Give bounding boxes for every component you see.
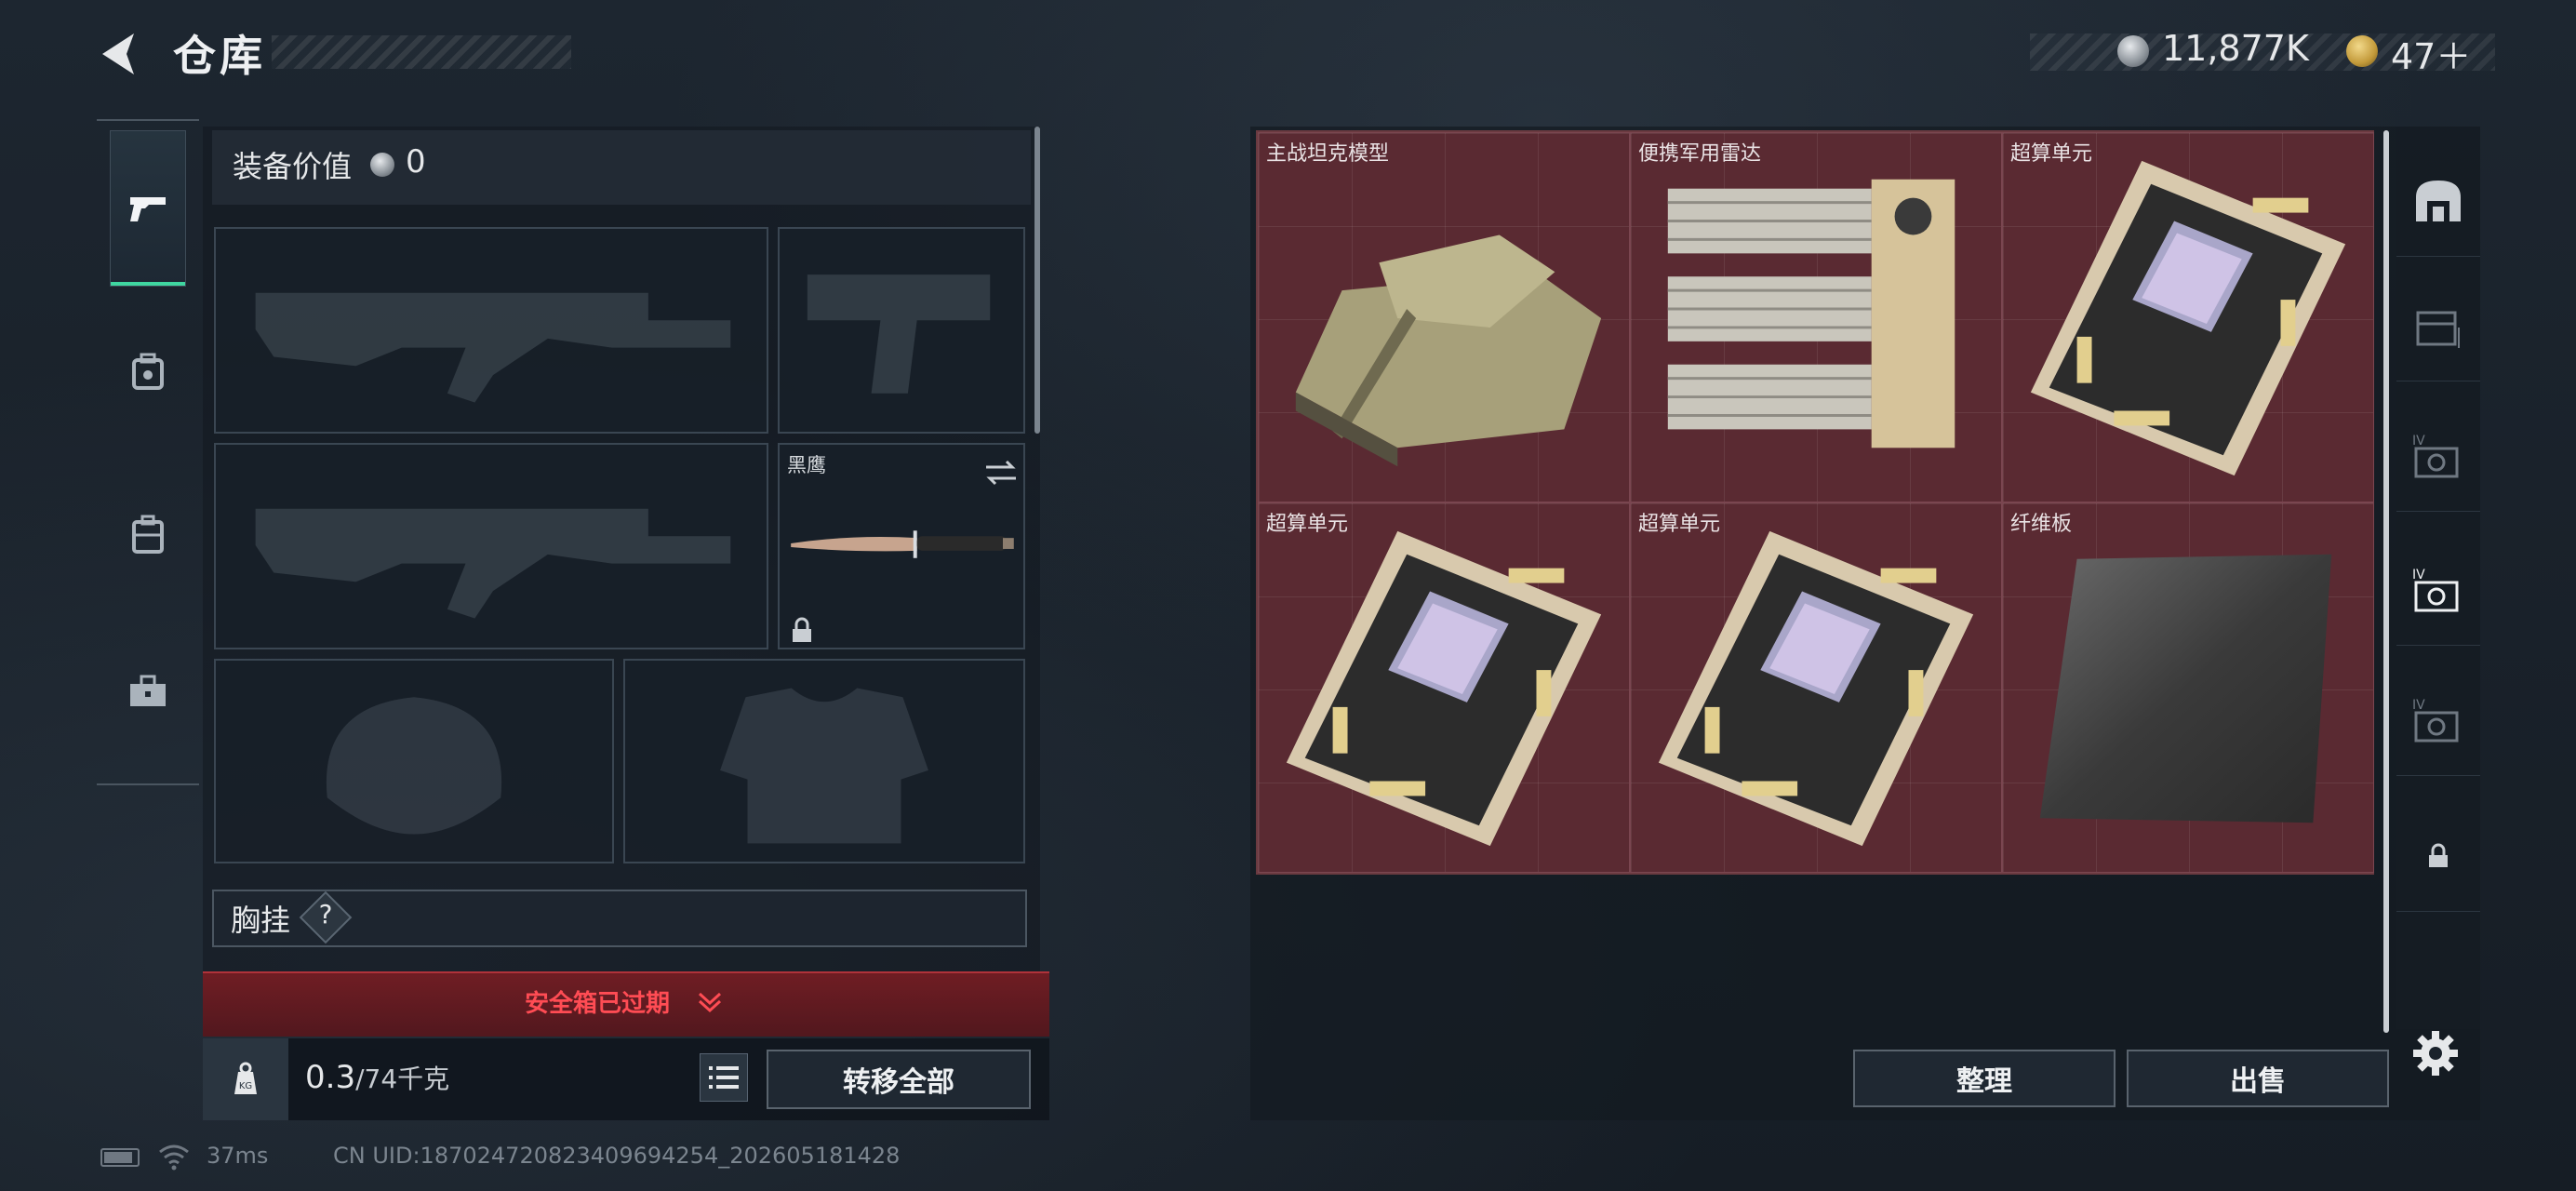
supercomputer-unit-icon bbox=[1658, 530, 1974, 847]
svg-text:IV: IV bbox=[2412, 698, 2425, 713]
list-icon bbox=[709, 1066, 739, 1089]
wifi-icon bbox=[159, 1144, 189, 1171]
vest-icon bbox=[132, 515, 164, 554]
tab-storage-page-1[interactable] bbox=[2396, 270, 2480, 381]
user-uid: CN UID:18702472082340969425‪4_2026051814… bbox=[333, 1143, 901, 1169]
carry-weight: 0.3/74千克 bbox=[305, 1059, 450, 1096]
lock-icon bbox=[2429, 843, 2448, 867]
gold-coin-icon bbox=[2346, 35, 2378, 67]
title-stripe-decoration bbox=[272, 35, 571, 69]
storage-item-cell[interactable]: 纤维板 bbox=[2002, 502, 2374, 873]
extension-box-icon: IV bbox=[2412, 434, 2459, 477]
helmet-silhouette-icon bbox=[326, 697, 502, 835]
storage-item-cell[interactable]: 超算单元 bbox=[1258, 502, 1630, 873]
primary-weapon-slot[interactable] bbox=[214, 227, 768, 434]
transfer-all-button[interactable]: 转移全部 bbox=[767, 1050, 1031, 1109]
back-arrow-icon[interactable] bbox=[93, 26, 149, 82]
swap-icon[interactable] bbox=[982, 458, 1020, 488]
tab-storage-page-3[interactable]: IV bbox=[2396, 534, 2480, 646]
helmet-slot[interactable] bbox=[214, 659, 614, 863]
body-armor-slot[interactable] bbox=[623, 659, 1025, 863]
equipment-value-label: 装备价值 bbox=[233, 149, 353, 184]
tab-weapons[interactable] bbox=[110, 130, 186, 287]
chevron-down-icon bbox=[698, 992, 722, 1013]
melee-slot[interactable]: 黑鹰 bbox=[778, 443, 1025, 649]
battery-icon bbox=[100, 1148, 140, 1167]
tab-armor[interactable] bbox=[110, 294, 186, 450]
sort-button[interactable]: 整理 bbox=[1853, 1050, 2116, 1107]
silver-coin-icon bbox=[370, 153, 394, 177]
gear-icon[interactable] bbox=[2409, 1027, 2462, 1079]
tank-model-icon bbox=[1295, 234, 1602, 467]
pistol-icon bbox=[130, 197, 166, 221]
silver-coin-balance: 11,877K bbox=[2162, 28, 2309, 69]
storage-item-cell[interactable]: 主战坦克模型 bbox=[1258, 132, 1630, 502]
equipment-value: 0 bbox=[406, 143, 426, 181]
backpack-icon bbox=[132, 353, 164, 390]
tab-toolbox[interactable] bbox=[110, 614, 186, 770]
storage-scrollbar[interactable] bbox=[2383, 130, 2389, 1033]
tab-bags[interactable] bbox=[110, 458, 186, 614]
pistol-silhouette-icon bbox=[807, 274, 991, 394]
storage-item-cell[interactable]: 便携军用雷达 bbox=[1630, 132, 2002, 502]
svg-text:KG: KG bbox=[239, 1081, 252, 1091]
toolbox-icon bbox=[130, 675, 166, 706]
list-view-button[interactable] bbox=[700, 1053, 748, 1102]
svg-text:IV: IV bbox=[2412, 434, 2425, 448]
silver-coin-icon bbox=[2117, 35, 2149, 67]
warehouse-icon bbox=[2416, 180, 2461, 221]
ping-latency: 37ms bbox=[207, 1143, 269, 1169]
page-title: 仓库 bbox=[173, 31, 266, 81]
storage-box-icon bbox=[2416, 311, 2460, 348]
equipment-scrollbar[interactable] bbox=[1034, 127, 1040, 434]
tab-storage-page-2[interactable]: IV bbox=[2396, 400, 2480, 512]
supercomputer-unit-icon bbox=[1286, 530, 1602, 847]
tab-storage-home[interactable] bbox=[2396, 145, 2480, 257]
storage-item-cell[interactable]: 超算单元 bbox=[1630, 502, 2002, 873]
supercomputer-unit-icon bbox=[2030, 160, 2346, 476]
sidearm-slot[interactable] bbox=[778, 227, 1025, 434]
rifle-silhouette-icon bbox=[255, 292, 731, 403]
tab-storage-page-4[interactable]: IV bbox=[2396, 664, 2480, 776]
chest-rig-label: 胸挂 bbox=[231, 903, 291, 938]
fiber-board-icon bbox=[2039, 554, 2332, 823]
safe-box-expired-text: 安全箱已过期 bbox=[525, 990, 671, 1018]
secondary-weapon-slot[interactable] bbox=[214, 443, 768, 649]
portable-radar-icon bbox=[1667, 179, 1955, 448]
gold-coin-balance[interactable]: 47＋ bbox=[2391, 28, 2471, 79]
weight-icon-box: KG bbox=[203, 1038, 288, 1120]
storage-item-cell[interactable]: 超算单元 bbox=[2002, 132, 2374, 502]
sell-button[interactable]: 出售 bbox=[2127, 1050, 2389, 1107]
extension-box-icon: IV bbox=[2412, 698, 2459, 742]
rifle-silhouette-icon bbox=[255, 508, 731, 619]
help-mark: ? bbox=[318, 899, 333, 930]
armor-vest-silhouette-icon bbox=[720, 688, 928, 844]
svg-text:IV: IV bbox=[2412, 568, 2425, 582]
tab-locked[interactable] bbox=[2396, 800, 2480, 912]
extension-box-icon: IV bbox=[2412, 568, 2459, 611]
weight-icon: KG bbox=[234, 1062, 257, 1094]
lock-icon bbox=[793, 617, 811, 642]
